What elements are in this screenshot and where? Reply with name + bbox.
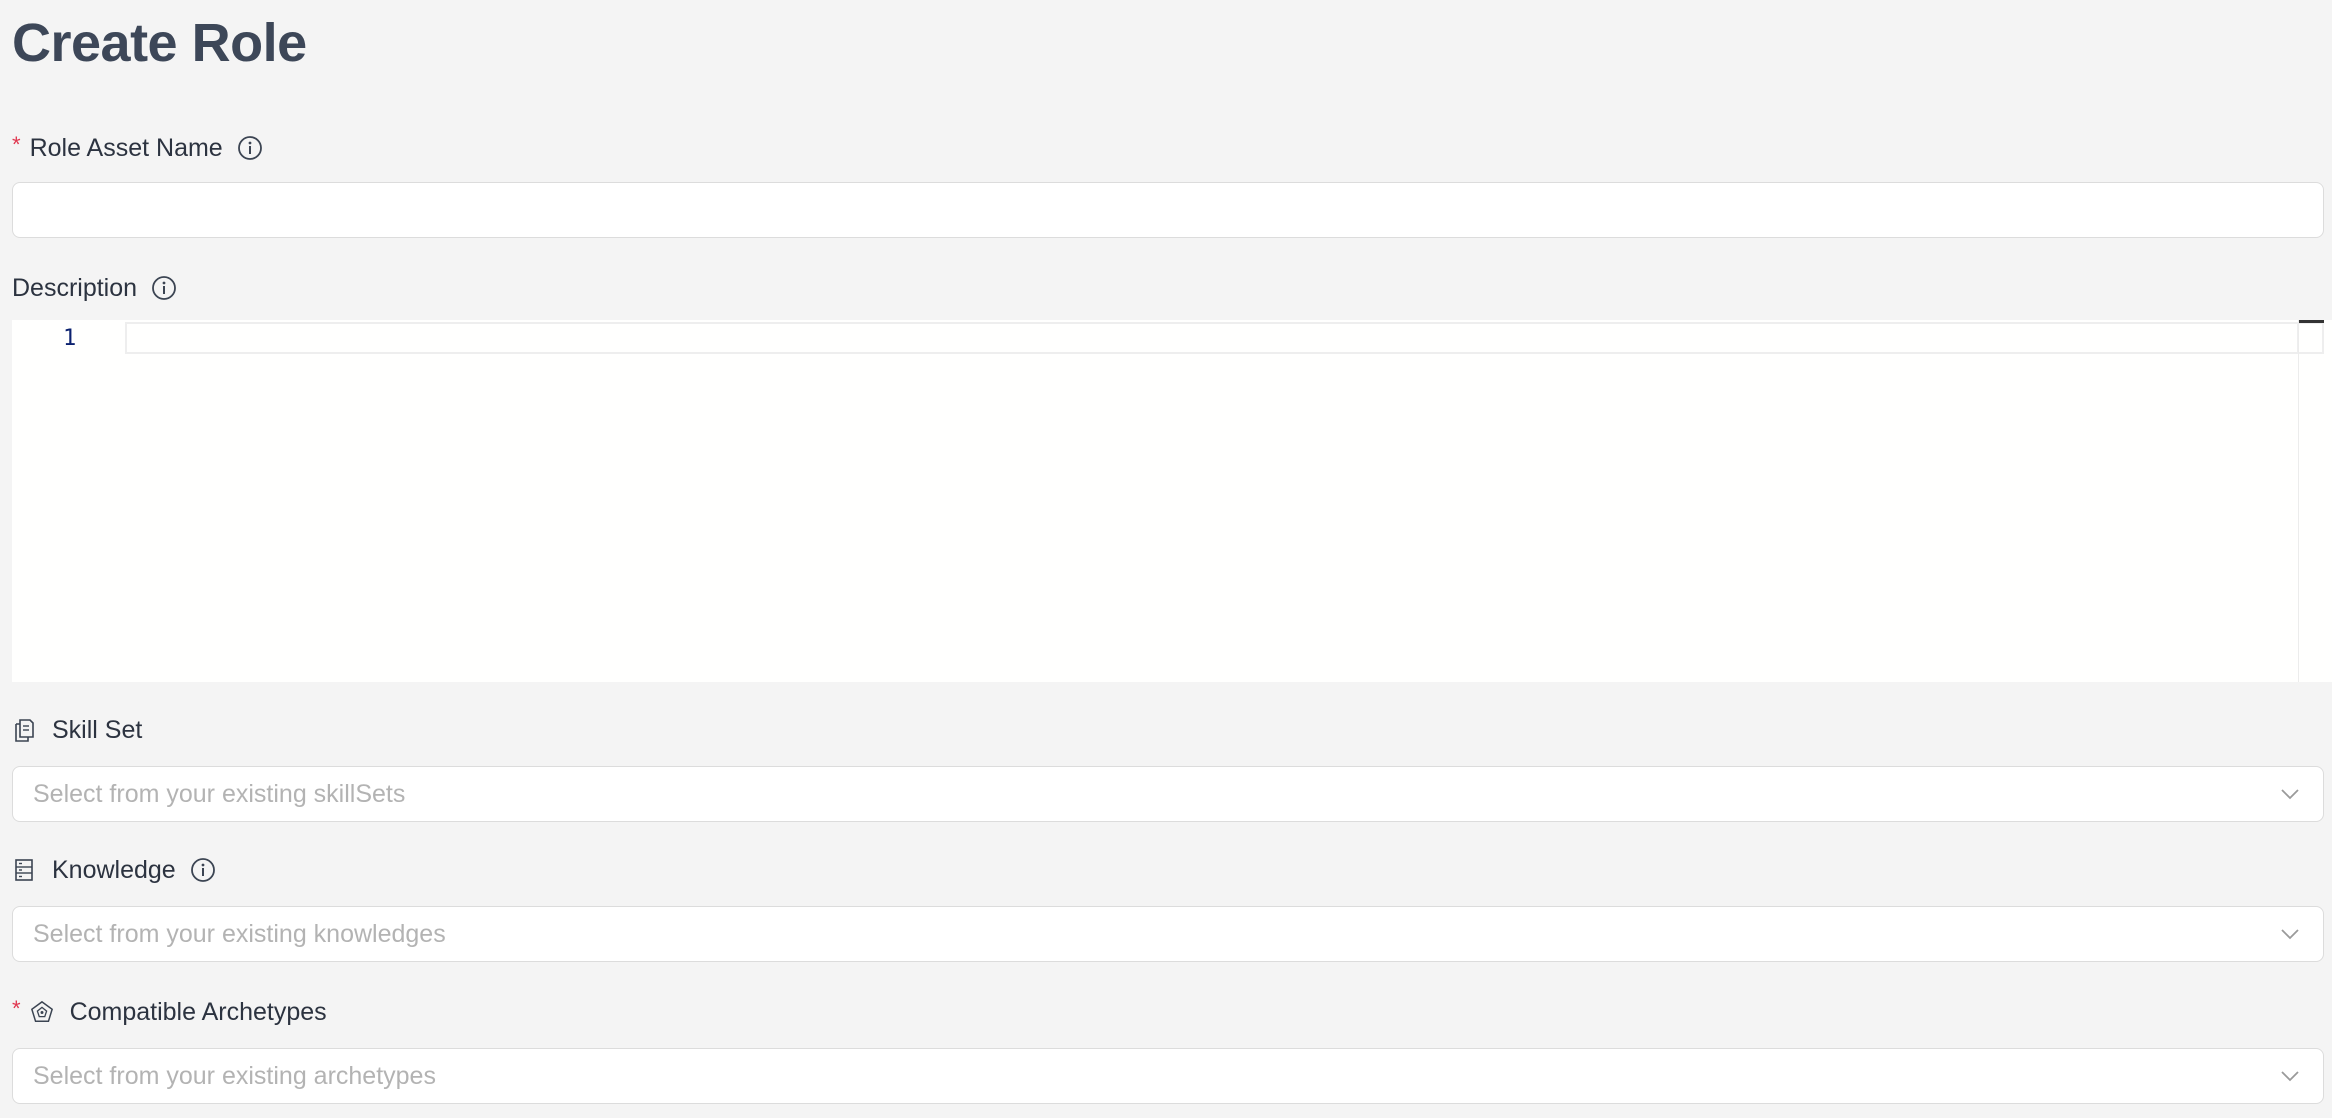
- chevron-down-icon[interactable]: [2279, 783, 2301, 805]
- copy-documents-icon: [12, 716, 36, 744]
- info-circle-icon[interactable]: [151, 275, 177, 301]
- page-title: Create Role: [12, 13, 307, 73]
- editor-scrollbar-track: [2298, 320, 2299, 682]
- info-circle-icon[interactable]: [190, 857, 216, 883]
- knowledge-placeholder: Select from your existing knowledges: [33, 919, 446, 948]
- required-indicator: *: [12, 996, 21, 1021]
- knowledge-label-text: Knowledge: [52, 855, 176, 884]
- description-label: Description: [12, 270, 177, 306]
- editor-current-line[interactable]: [125, 322, 2299, 354]
- description-label-text: Description: [12, 273, 138, 302]
- info-circle-icon[interactable]: [237, 135, 263, 161]
- description-code-editor[interactable]: 1: [12, 320, 2332, 682]
- required-indicator: *: [12, 132, 21, 157]
- compatible-archetypes-placeholder: Select from your existing archetypes: [33, 1061, 436, 1090]
- editor-gutter: 1: [12, 320, 124, 682]
- line-number: 1: [63, 326, 77, 351]
- role-asset-name-input[interactable]: [12, 182, 2324, 238]
- chevron-down-icon[interactable]: [2279, 923, 2301, 945]
- editor-cursor-marker: [2299, 320, 2324, 323]
- compatible-archetypes-select[interactable]: Select from your existing archetypes: [12, 1048, 2324, 1104]
- knowledge-select[interactable]: Select from your existing knowledges: [12, 906, 2324, 962]
- knowledge-label: Knowledge: [12, 852, 216, 888]
- database-list-icon: [12, 856, 36, 884]
- role-asset-name-label-text: Role Asset Name: [29, 133, 223, 162]
- create-role-page: Create Role * Role Asset Name Descriptio…: [0, 0, 2332, 1118]
- chevron-down-icon[interactable]: [2279, 1065, 2301, 1087]
- gear-pentagon-icon: [30, 998, 54, 1026]
- skill-set-select[interactable]: Select from your existing skillSets: [12, 766, 2324, 822]
- compatible-archetypes-label: * Compatible Archetypes: [12, 994, 327, 1030]
- skill-set-placeholder: Select from your existing skillSets: [33, 779, 406, 808]
- skill-set-label: Skill Set: [12, 712, 142, 748]
- skill-set-label-text: Skill Set: [52, 715, 143, 744]
- role-asset-name-label: * Role Asset Name: [12, 130, 263, 166]
- editor-overview-ruler: [2299, 322, 2324, 354]
- compatible-archetypes-label-text: Compatible Archetypes: [69, 997, 327, 1026]
